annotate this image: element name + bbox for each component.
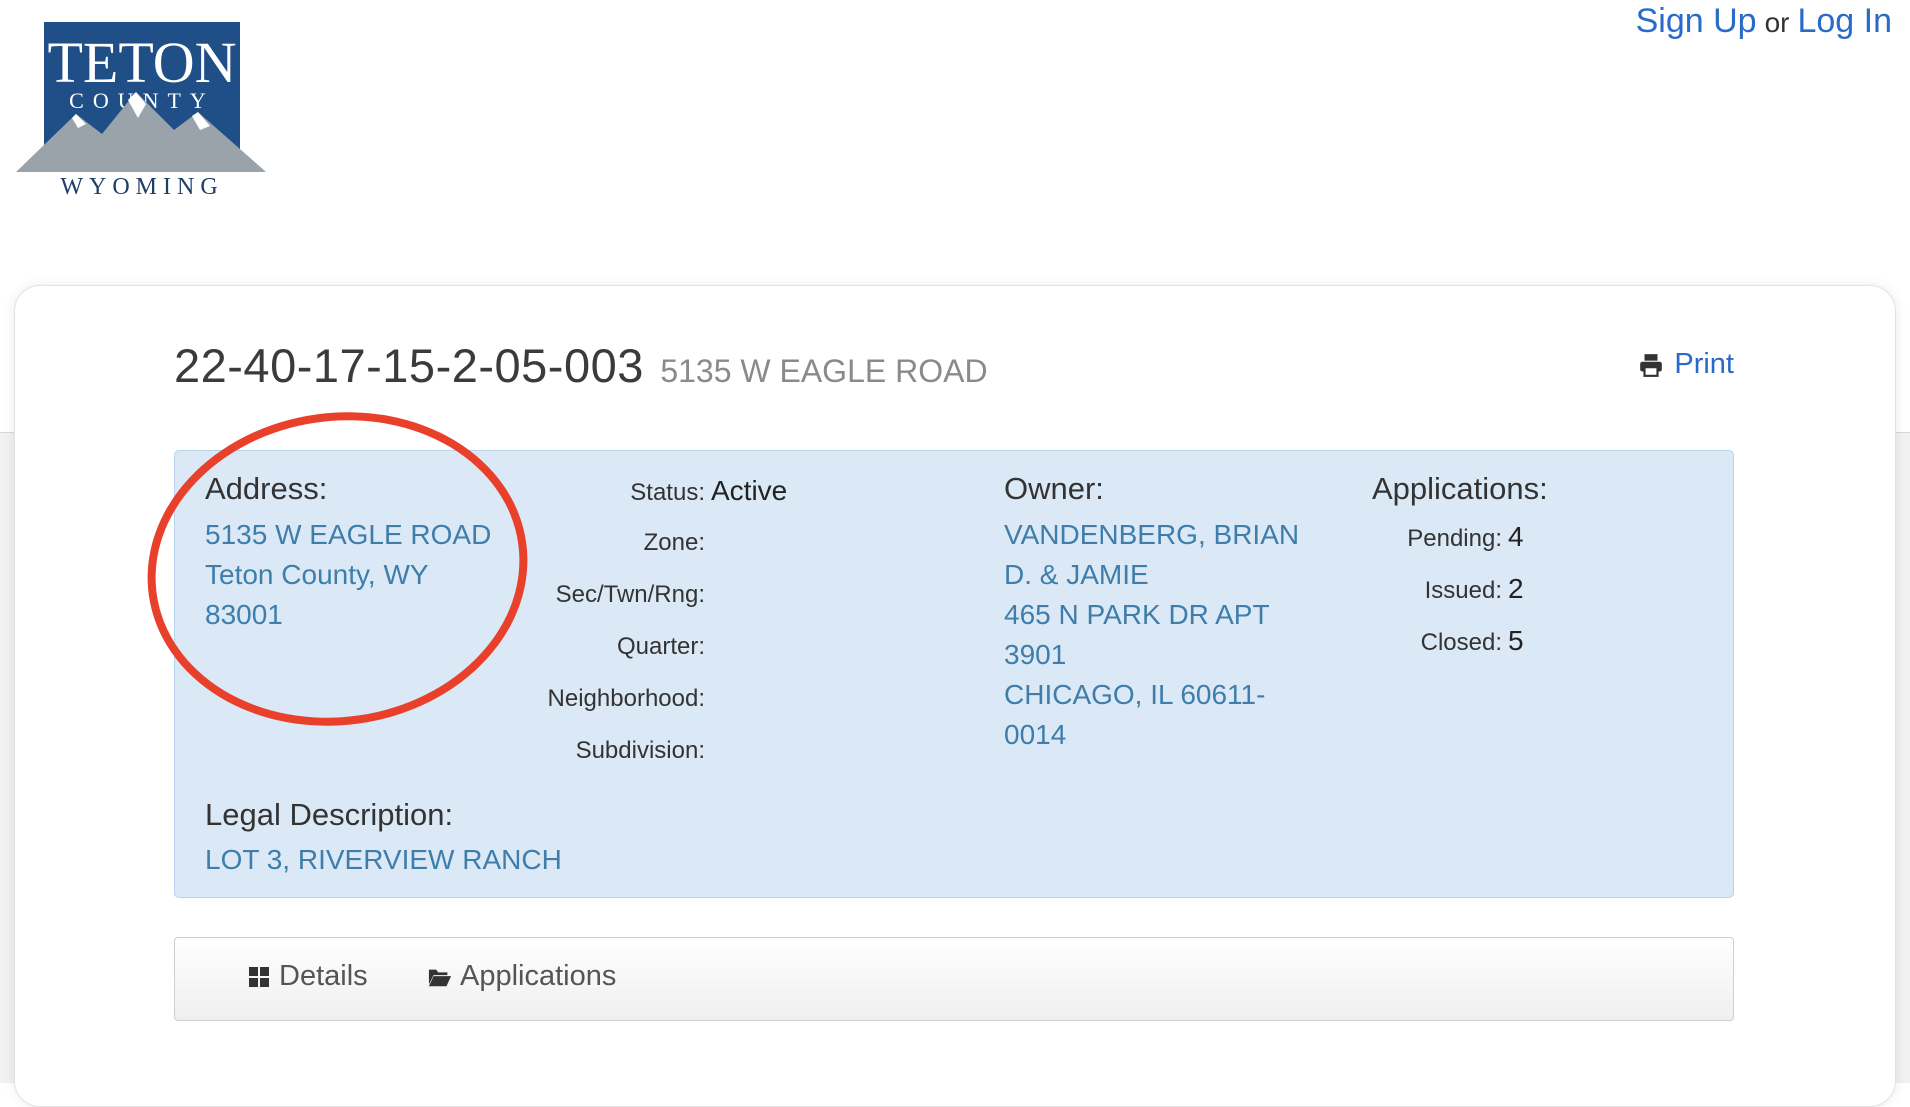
owner-line-1[interactable]: VANDENBERG, BRIAN [1004,515,1299,555]
neighborhood-label: Neighborhood: [547,685,705,712]
svg-text:WYOMING: WYOMING [60,174,223,200]
zone-label: Zone: [643,529,705,556]
owner-line-3[interactable]: 465 N PARK DR APT [1004,595,1270,635]
neighborhood-row: Neighborhood: [505,685,705,713]
applications-heading: Applications: [1372,471,1548,506]
status-value: Active [711,475,788,506]
sec-twn-rng-row: Sec/Twn/Rng: [505,581,705,609]
pending-count: 4 [1508,521,1524,552]
owner-heading: Owner: [1004,471,1104,506]
subdivision-label: Subdivision: [575,737,705,764]
closed-count: 5 [1508,625,1524,656]
title-address: 5135 W EAGLE ROAD [660,353,988,389]
subdivision-row: Subdivision: [505,737,705,765]
owner-line-2[interactable]: D. & JAMIE [1004,555,1149,595]
address-line-1[interactable]: 5135 W EAGLE ROAD [205,515,491,555]
quarter-label: Quarter: [616,633,705,660]
grid-icon [249,966,269,987]
status-row: Status: Active [505,475,905,507]
owner-line-5[interactable]: CHICAGO, IL 60611- [1004,675,1265,715]
svg-text:TETON: TETON [47,30,236,95]
sign-up-link[interactable]: Sign Up [1636,2,1757,40]
pending-row: Pending: 4 [1372,521,1524,553]
log-in-link[interactable]: Log In [1797,2,1892,40]
print-button[interactable]: Print [1638,348,1734,381]
teton-county-logo[interactable]: TETON COUNTY WYOMING [16,22,266,200]
tab-applications-label: Applications [460,960,617,992]
quarter-row: Quarter: [505,633,705,661]
issued-label: Issued: [1424,577,1502,604]
folder-open-icon [428,969,452,986]
sec-twn-rng-label: Sec/Twn/Rng: [555,581,705,608]
zone-row: Zone: [505,529,705,557]
tab-applications[interactable]: Applications [428,960,616,993]
address-line-3[interactable]: 83001 [205,595,283,635]
tab-details-label: Details [279,960,368,992]
printer-icon [1640,353,1663,377]
issued-row: Issued: 2 [1372,573,1524,605]
legal-description-value[interactable]: LOT 3, RIVERVIEW RANCH [205,840,562,880]
issued-count: 2 [1508,573,1524,604]
or-text: or [1764,7,1790,38]
page-title: 22-40-17-15-2-05-003 5135 W EAGLE ROAD [174,338,988,393]
closed-label: Closed: [1420,629,1502,656]
parcel-id: 22-40-17-15-2-05-003 [174,339,644,392]
address-heading: Address: [205,471,328,506]
print-label: Print [1674,348,1734,380]
owner-line-6[interactable]: 0014 [1004,715,1066,755]
tab-details[interactable]: Details [247,960,368,993]
address-line-2[interactable]: Teton County, WY [205,555,429,595]
owner-line-4[interactable]: 3901 [1004,635,1066,675]
tab-bar: Details Applications [174,937,1734,1021]
legal-description-heading: Legal Description: [205,797,454,832]
auth-links: Sign Up or Log In [1636,2,1892,41]
pending-label: Pending: [1407,525,1502,552]
status-label: Status: [630,479,705,506]
parcel-info-panel: Address: 5135 W EAGLE ROAD Teton County,… [174,450,1734,898]
closed-row: Closed: 5 [1372,625,1524,657]
